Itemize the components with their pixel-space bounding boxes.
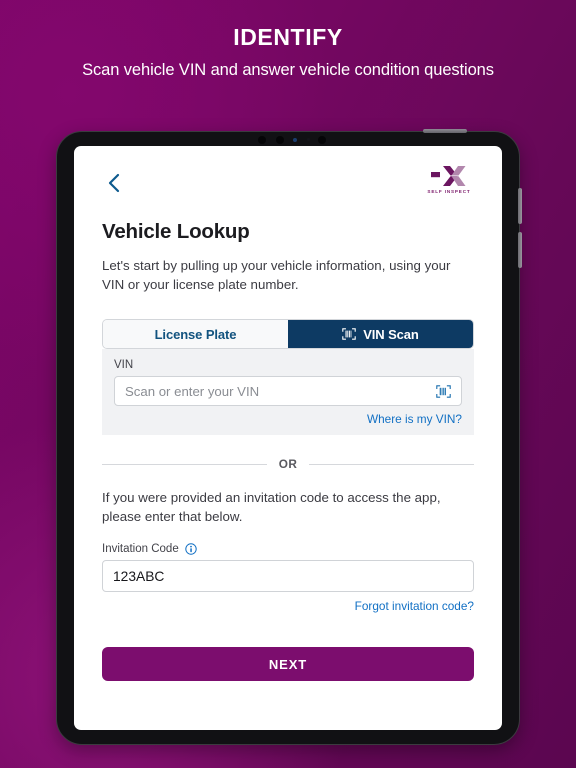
volume-down-button[interactable] (518, 232, 522, 268)
self-inspect-x-logo (431, 166, 466, 186)
power-button[interactable] (423, 129, 467, 133)
tab-vin-scan[interactable]: VIN Scan (288, 320, 473, 348)
front-camera-dot (258, 136, 266, 144)
page-lede: Let's start by pulling up your vehicle i… (102, 258, 451, 292)
forgot-invitation-code-link[interactable]: Forgot invitation code? (102, 599, 474, 613)
divider-rule-right (309, 463, 474, 465)
barcode-scan-icon (342, 328, 356, 340)
or-label: OR (278, 457, 298, 471)
invitation-lede: If you were provided an invitation code … (102, 490, 441, 524)
promo-header: IDENTIFY Scan vehicle VIN and answer veh… (0, 22, 576, 81)
tablet-device-mockup: SELF INSPECT Vehicle Lookup Let's start … (56, 129, 522, 745)
tab-license-plate[interactable]: License Plate (103, 320, 288, 348)
vin-input-placeholder: Scan or enter your VIN (125, 383, 260, 399)
brand-wordmark: SELF INSPECT (427, 189, 471, 194)
front-camera-dot (318, 136, 326, 144)
barcode-scan-icon[interactable] (436, 384, 451, 398)
tab-vin-scan-label: VIN Scan (363, 326, 419, 342)
chevron-left-icon (108, 173, 120, 193)
promo-title: IDENTIFY (233, 24, 343, 50)
vin-field-label: VIN (114, 359, 134, 371)
or-divider: OR (102, 457, 474, 471)
proximity-sensor-dot (307, 138, 310, 141)
where-is-my-vin-link[interactable]: Where is my VIN? (114, 412, 462, 426)
back-button[interactable] (102, 170, 128, 196)
divider-rule-left (102, 463, 267, 465)
tablet-bezel: SELF INSPECT Vehicle Lookup Let's start … (56, 129, 522, 745)
vin-panel: VIN Scan or enter your VIN Where is my V… (102, 349, 474, 435)
tablet-screen: SELF INSPECT Vehicle Lookup Let's start … (74, 146, 502, 730)
status-led-indicator (293, 138, 297, 142)
next-button[interactable]: NEXT (102, 647, 474, 681)
promo-screenshot-root: IDENTIFY Scan vehicle VIN and answer veh… (0, 0, 576, 768)
vin-input[interactable]: Scan or enter your VIN (114, 376, 462, 406)
promo-subtitle: Scan vehicle VIN and answer vehicle cond… (82, 61, 494, 79)
invitation-code-value: 123ABC (113, 568, 165, 584)
app-topbar: SELF INSPECT (102, 146, 474, 212)
app-viewport: SELF INSPECT Vehicle Lookup Let's start … (74, 146, 502, 730)
info-circle-icon[interactable] (185, 543, 197, 555)
front-camera-dot (276, 136, 284, 144)
page-title: Vehicle Lookup (102, 220, 250, 243)
invitation-label-row: Invitation Code (102, 543, 474, 555)
lookup-method-segmented-control[interactable]: License Plate VIN Scan (102, 319, 474, 349)
volume-up-button[interactable] (518, 188, 522, 224)
tab-license-plate-label: License Plate (154, 326, 237, 342)
brand-logo: SELF INSPECT (424, 164, 474, 200)
invitation-code-input[interactable]: 123ABC (102, 560, 474, 592)
invitation-code-label: Invitation Code (102, 543, 179, 555)
